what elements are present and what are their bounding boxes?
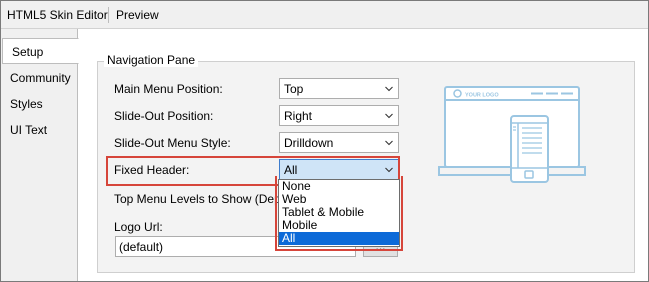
slide-out-menu-style-value: Drilldown [284,136,334,150]
option-mobile[interactable]: Mobile [279,219,399,232]
chevron-down-icon [385,167,393,173]
chevron-down-icon [385,113,393,119]
slide-out-menu-style-dropdown[interactable]: Drilldown [279,132,399,153]
tab-styles[interactable]: Styles [1,91,78,117]
logo-url-value: (default) [119,240,164,254]
tab-preview[interactable]: Preview [116,7,159,23]
slide-out-position-label: Slide-Out Position: [114,109,214,123]
slide-out-position-value: Right [284,109,313,123]
main-menu-position-label: Main Menu Position: [114,82,223,96]
tab-community[interactable]: Community [1,65,78,91]
logo-url-label: Logo Url: [114,220,163,234]
fixed-header-preview-illustration: YOUR LOGO [438,86,586,183]
main-menu-position-value: Top [284,82,304,96]
document-tab-bar: HTML5 Skin Editor Preview [1,1,648,29]
setup-panel: Navigation Pane Main Menu Position: Top … [78,29,648,281]
fixed-header-options-list: None Web Tablet & Mobile Mobile All [278,179,400,247]
tab-html5-skin-editor[interactable]: HTML5 Skin Editor [7,7,108,23]
main-menu-position-dropdown[interactable]: Top [279,78,399,99]
navigation-pane-title: Navigation Pane [104,53,199,67]
option-all[interactable]: All [279,232,399,245]
slide-out-position-dropdown[interactable]: Right [279,105,399,126]
fixed-header-value: All [284,163,298,177]
fixed-header-dropdown[interactable]: All [279,159,399,180]
chevron-down-icon [385,140,393,146]
tab-ui-text[interactable]: UI Text [1,117,78,143]
fixed-header-label: Fixed Header: [114,163,190,177]
chevron-down-icon [385,86,393,92]
top-menu-levels-label: Top Menu Levels to Show (Depth) [114,192,295,206]
logo-placeholder-text: YOUR LOGO [465,93,499,99]
tab-setup[interactable]: Setup [2,38,79,64]
tab-divider [108,7,109,23]
skin-editor-window: HTML5 Skin Editor Preview Setup Communit… [0,0,649,282]
slide-out-menu-style-label: Slide-Out Menu Style: [114,136,231,150]
section-tab-strip: Setup Community Styles UI Text [1,29,79,281]
